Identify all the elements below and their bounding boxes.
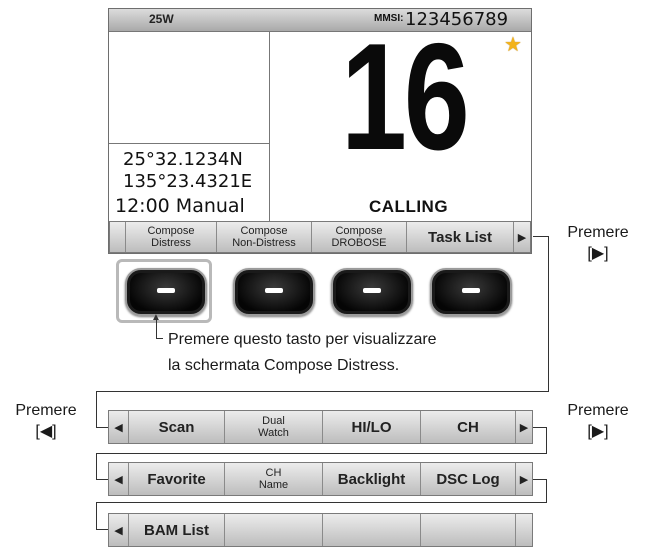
softkey-backlight[interactable]: Backlight [323,463,421,495]
softkey-ch-name[interactable]: CH Name [225,463,323,495]
right-arrow-icon[interactable]: ▶ [514,222,530,252]
press-right-annotation-mid: Premere [▶] [567,402,629,440]
softkey-row-3: ◀ BAM List [108,513,533,547]
info-panel [109,31,270,144]
right-arrow-icon[interactable]: ▶ [516,463,532,495]
hardware-key-3[interactable] [331,268,413,316]
softkey-row-2: ◀ Favorite CH Name Backlight DSC Log ▶ [108,462,533,496]
connector-line [96,391,97,428]
connector-line [546,479,547,503]
softkey-empty[interactable] [225,514,323,546]
right-arrow-icon[interactable]: ▶ [516,411,532,443]
key-note-line1: Premere questo tasto per visualizzare [168,331,437,348]
softkey-task-list[interactable]: Task List [407,222,514,252]
softkey-compose-distress[interactable]: Compose Distress [126,222,217,252]
hardware-key-1[interactable] [125,268,207,316]
softkey-dsc-log[interactable]: DSC Log [421,463,516,495]
longitude-readout: 135°23.4321E [123,171,253,192]
connector-line [548,236,549,392]
softkey-dual-watch[interactable]: Dual Watch [225,411,323,443]
left-arrow-icon[interactable]: ◀ [109,514,129,546]
connector-line [546,427,547,454]
connector-line [533,427,546,428]
connector-line [96,453,547,454]
softkey-hi-lo[interactable]: HI/LO [323,411,421,443]
connector-line [96,391,549,392]
softkey-empty[interactable] [421,514,516,546]
minus-icon [462,288,480,293]
softkey-row-1: ◀ Scan Dual Watch HI/LO CH ▶ [108,410,533,444]
softkey-scan[interactable]: Scan [129,411,225,443]
softkey-end [516,514,532,546]
softkey-favorite[interactable]: Favorite [129,463,225,495]
connector-line [96,502,97,530]
press-right-annotation-top: Premere [▶] [567,224,629,262]
status-bar: 25W MMSI: 123456789 [109,9,531,32]
channel-status: CALLING [369,197,449,216]
latitude-readout: 25°32.1234N [123,149,243,170]
left-arrow-icon[interactable]: ◀ [109,411,129,443]
power-indicator: 25W [149,12,174,26]
channel-number: 16 [341,12,470,182]
connector-line [96,502,547,503]
hardware-key-2[interactable] [233,268,315,316]
connector-line [533,479,546,480]
left-arrow-icon[interactable]: ◀ [109,463,129,495]
softkey-compose-drobose[interactable]: Compose DROBOSE [312,222,407,252]
minus-icon [265,288,283,293]
connector-line [96,479,108,480]
softkey-empty[interactable] [323,514,421,546]
minus-icon [363,288,381,293]
connector-line [96,529,108,530]
connector-line [533,236,548,237]
minus-icon [157,288,175,293]
key-note-line2: la schermata Compose Distress. [168,357,400,374]
connector-line [96,453,97,480]
softkey-spacer [110,222,126,252]
time-readout: 12:00 Manual [115,195,245,217]
lcd-softkey-row: Compose Distress Compose Non-Distress Comp… [109,221,531,253]
hardware-key-4[interactable] [430,268,512,316]
softkey-bam-list[interactable]: BAM List [129,514,225,546]
lcd-screen: 25W MMSI: 123456789 25°32.1234N 135°23.4… [108,8,532,254]
star-icon: ★ [504,34,522,56]
softkey-ch[interactable]: CH [421,411,516,443]
up-arrow-icon: ▲ [151,312,161,323]
connector-line [96,427,108,428]
softkey-compose-non-distress[interactable]: Compose Non-Distress [217,222,312,252]
lcd-divider [269,143,270,221]
press-left-annotation: Premere [◀] [15,402,77,440]
